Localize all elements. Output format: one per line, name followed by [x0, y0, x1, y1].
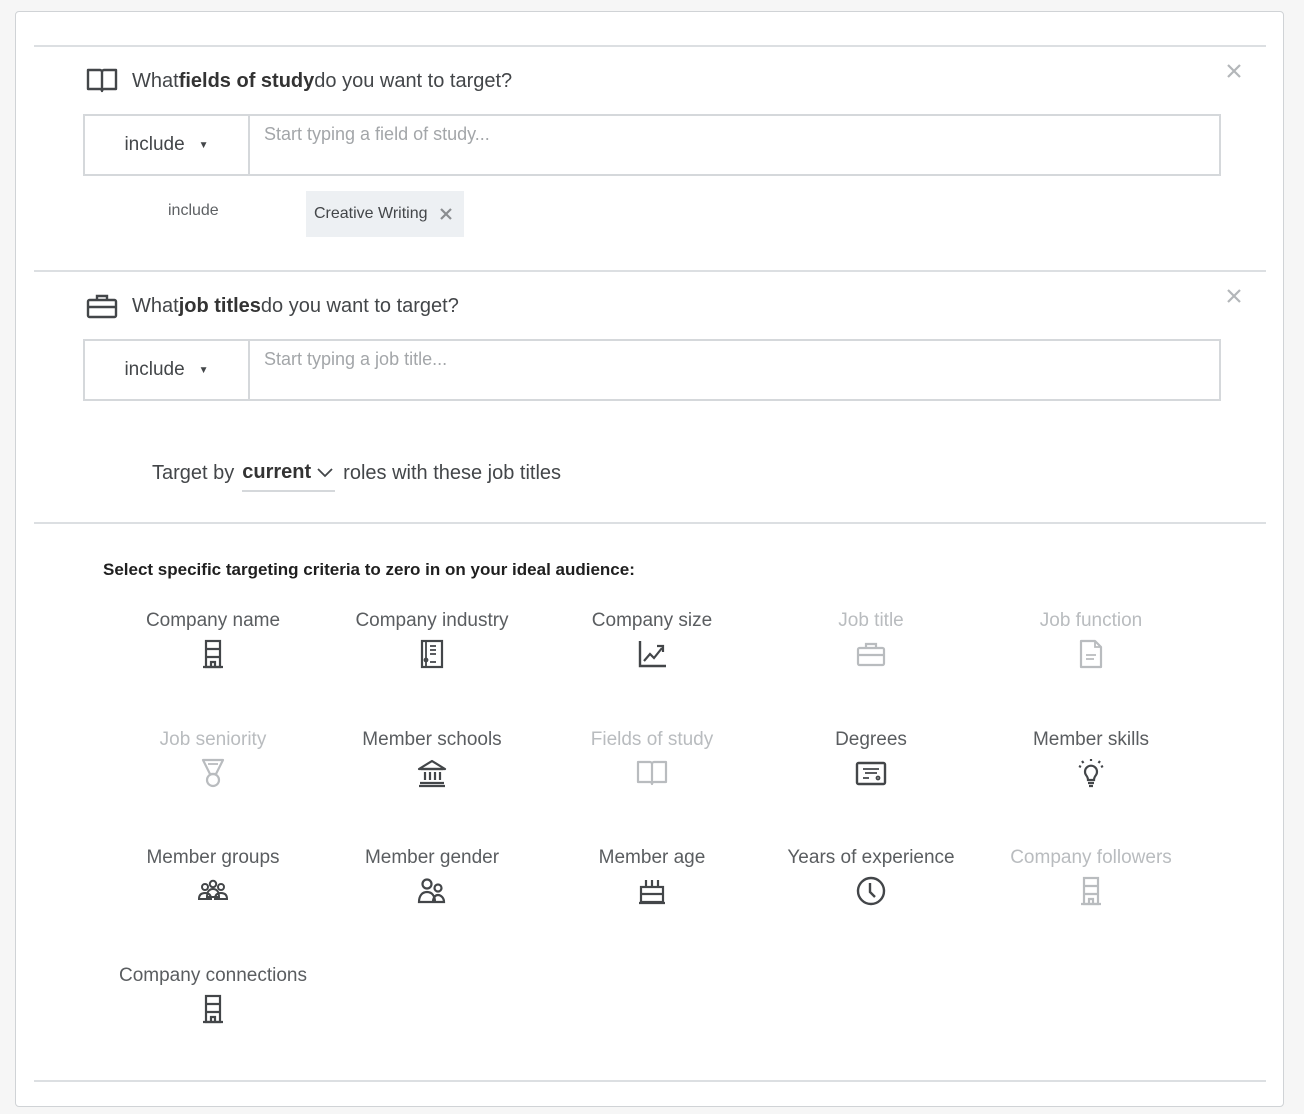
role-timing-value: current — [242, 461, 312, 483]
job-titles-input-row: include ▼ — [83, 339, 1221, 401]
job-titles-title: What job titles do you want to target? — [86, 293, 459, 319]
close-icon — [1227, 64, 1241, 78]
divider — [34, 1080, 1266, 1082]
targeting-card: What fields of study do you want to targ… — [15, 11, 1284, 1107]
criteria-company-size[interactable]: Company size — [542, 610, 762, 670]
criteria-job-function: Job function — [981, 610, 1201, 670]
criteria-label: Degrees — [835, 729, 907, 750]
divider — [34, 270, 1266, 272]
fields-of-study-input[interactable] — [250, 116, 1219, 174]
criteria-label: Job title — [838, 610, 904, 631]
document-icon — [1079, 639, 1103, 669]
remove-fields-of-study-button[interactable] — [1225, 62, 1243, 80]
criteria-member-skills[interactable]: Member skills — [981, 729, 1201, 789]
criteria-job-seniority: Job seniority — [103, 729, 323, 789]
medal-icon — [201, 758, 225, 788]
title-bold: job titles — [178, 294, 261, 317]
school-icon — [417, 759, 447, 788]
criteria-label: Company industry — [355, 610, 509, 631]
divider — [34, 522, 1266, 524]
criteria-label: Years of experience — [787, 847, 955, 868]
fields-of-study-input-row: include ▼ — [83, 114, 1221, 176]
briefcase-icon — [86, 293, 118, 319]
criteria-label: Member gender — [364, 847, 500, 868]
criteria-member-schools[interactable]: Member schools — [322, 729, 542, 789]
growth-chart-icon — [638, 641, 666, 668]
remove-tag-button[interactable] — [439, 204, 452, 225]
criteria-degrees[interactable]: Degrees — [761, 729, 981, 789]
criteria-label: Job function — [1039, 610, 1143, 631]
people-icon — [417, 878, 446, 904]
criteria-company-name[interactable]: Company name — [103, 610, 323, 670]
criteria-years-of-experience[interactable]: Years of experience — [761, 847, 981, 907]
selected-include-label: include — [168, 202, 219, 219]
title-pre: What — [132, 69, 179, 92]
criteria-company-connections[interactable]: Company connections — [103, 965, 323, 1025]
lightbulb-icon — [1078, 759, 1104, 788]
job-titles-mode-select[interactable]: include ▼ — [85, 341, 250, 399]
target-by-suffix: roles with these job titles — [343, 462, 562, 484]
chevron-down-icon — [317, 467, 333, 477]
criteria-label: Member groups — [146, 847, 280, 868]
criteria-label: Job seniority — [159, 729, 267, 750]
criteria-label: Fields of study — [590, 729, 714, 750]
role-timing-select[interactable]: current — [242, 461, 336, 492]
clock-icon — [856, 876, 886, 906]
industry-icon — [420, 639, 444, 669]
criteria-label: Member schools — [362, 729, 502, 750]
tag-label: Creative Writing — [314, 205, 428, 222]
criteria-label: Company followers — [1010, 847, 1172, 868]
criteria-label: Member age — [598, 847, 706, 868]
mode-value: include — [124, 134, 185, 155]
fields-of-study-title: What fields of study do you want to targ… — [86, 68, 512, 94]
fields-of-study-mode-select[interactable]: include ▼ — [85, 116, 250, 174]
criteria-member-gender[interactable]: Member gender — [322, 847, 542, 907]
criteria-company-followers: Company followers — [981, 847, 1201, 907]
remove-job-titles-button[interactable] — [1225, 287, 1243, 305]
book-icon — [636, 760, 668, 786]
selected-tag: Creative Writing — [306, 191, 464, 237]
divider — [34, 45, 1266, 47]
title-bold: fields of study — [178, 69, 315, 92]
title-pre: What — [132, 294, 179, 317]
building-icon — [203, 639, 223, 669]
criteria-fields-of-study: Fields of study — [542, 729, 762, 789]
criteria-label: Company connections — [119, 965, 307, 986]
caret-down-icon: ▼ — [198, 364, 209, 376]
book-icon — [86, 68, 118, 94]
mode-value: include — [124, 359, 185, 380]
criteria-label: Member skills — [1032, 729, 1150, 750]
certificate-icon — [855, 761, 887, 786]
briefcase-icon — [856, 642, 886, 667]
criteria-label: Company size — [591, 610, 713, 631]
target-by-row: Target by current roles with these job t… — [152, 458, 562, 492]
group-icon — [197, 879, 229, 900]
criteria-heading: Select specific targeting criteria to ze… — [103, 560, 635, 579]
close-icon — [439, 207, 452, 220]
close-icon — [1227, 289, 1241, 303]
building-icon — [1081, 876, 1101, 906]
title-post: do you want to target? — [314, 69, 513, 92]
criteria-member-groups[interactable]: Member groups — [103, 847, 323, 907]
criteria-company-industry[interactable]: Company industry — [322, 610, 542, 670]
caret-down-icon: ▼ — [198, 139, 209, 151]
target-by-label: Target by — [152, 462, 235, 484]
criteria-member-age[interactable]: Member age — [542, 847, 762, 907]
cake-icon — [639, 880, 665, 905]
criteria-label: Company name — [145, 610, 281, 631]
job-titles-input[interactable] — [250, 341, 1219, 399]
title-post: do you want to target? — [260, 294, 459, 317]
building-icon — [203, 994, 223, 1024]
criteria-job-title: Job title — [761, 610, 981, 670]
